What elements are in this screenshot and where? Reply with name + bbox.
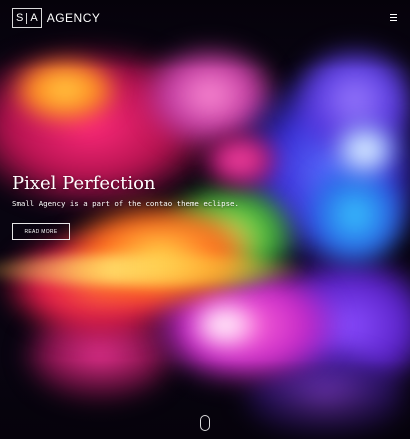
logo-letter-left: S xyxy=(16,12,24,24)
logo-wordmark: AGENCY xyxy=(46,11,101,25)
site-logo[interactable]: S A AGENCY xyxy=(12,8,100,28)
read-more-button[interactable]: READ MORE xyxy=(12,223,70,240)
hamburger-menu-icon[interactable] xyxy=(390,12,400,24)
logo-mark: S A xyxy=(12,8,42,28)
logo-divider xyxy=(26,12,28,24)
mouse-scroll-icon[interactable] xyxy=(200,415,210,431)
site-header: S A AGENCY xyxy=(12,8,402,28)
logo-letter-right: A xyxy=(30,12,38,24)
hero-background-image xyxy=(0,0,410,439)
hero-subtitle: Small Agency is a part of the contao the… xyxy=(12,199,239,208)
hero-title: Pixel Perfection xyxy=(12,173,156,194)
